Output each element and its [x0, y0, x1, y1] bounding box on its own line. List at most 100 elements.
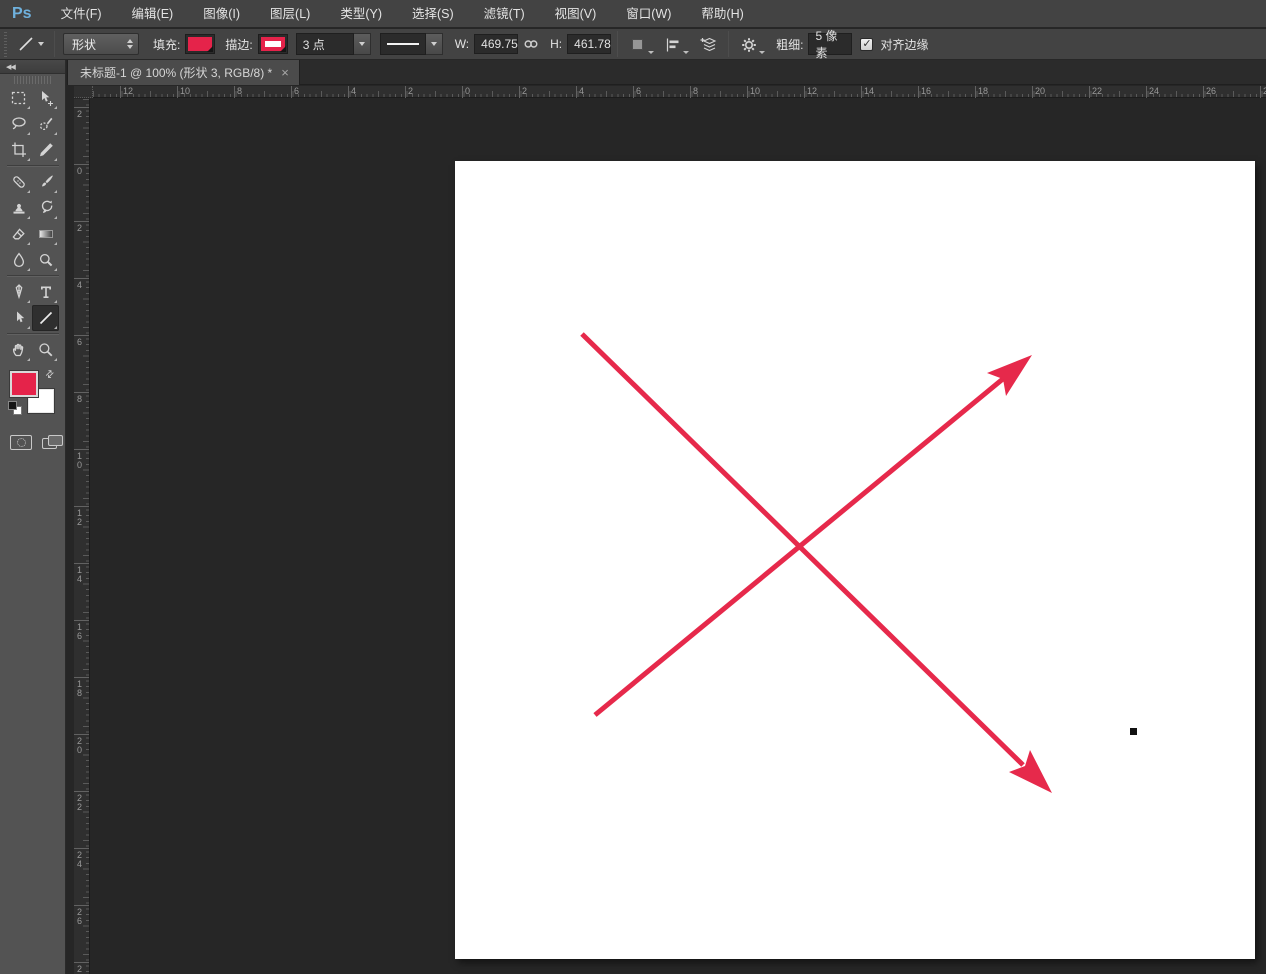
menu-item-type[interactable]: 类型(Y) [325, 0, 397, 28]
tool-eyedropper[interactable] [32, 137, 59, 163]
tool-eraser[interactable] [5, 221, 32, 247]
shape-height-input[interactable]: 461.78 [567, 34, 612, 54]
ruler-h-label: 8 [689, 86, 699, 98]
tool-move[interactable] [32, 85, 59, 111]
ruler-v-label: 6 [74, 335, 89, 347]
pasteboard[interactable] [67, 85, 1266, 974]
dodge-icon [39, 253, 52, 267]
tool-spot-healing-brush[interactable] [5, 169, 32, 195]
quick-mask-button[interactable] [10, 435, 32, 450]
ruler-ticks [93, 91, 1266, 97]
flyout-corner-icon [27, 158, 30, 161]
toolbar-grip[interactable] [14, 76, 51, 84]
stroke-width-input[interactable]: 3 点 [295, 33, 354, 55]
tool-brush[interactable] [32, 169, 59, 195]
options-bar-grip[interactable] [2, 31, 9, 57]
path-alignment-button[interactable] [664, 32, 690, 56]
dashed-circle-icon [16, 438, 26, 447]
tool-preset-picker[interactable] [13, 35, 48, 53]
document-tab[interactable]: 未标题-1 @ 100% (形状 3, RGB/8) * × [67, 60, 300, 85]
path-operations-button[interactable] [629, 32, 655, 56]
flyout-corner-icon [54, 268, 57, 271]
fill-label: 填充: [153, 37, 181, 52]
ruler-h-label: 0 [461, 86, 471, 98]
ruler-origin-box[interactable] [74, 86, 93, 98]
flyout-corner-icon [54, 190, 57, 193]
chevron-down-icon [648, 51, 655, 54]
fill-color-swatch[interactable] [185, 34, 216, 54]
tool-mode-select[interactable]: 形状 [63, 33, 139, 55]
flyout-corner-icon [54, 216, 57, 219]
stroke-style-dropdown-button[interactable] [425, 33, 443, 55]
ruler-horizontal[interactable]: 121086420246810121416182022242628 [74, 86, 1266, 98]
quick-selection-icon [39, 117, 52, 131]
shape-width-input[interactable]: 469.75 [474, 34, 519, 54]
menu-item-window[interactable]: 窗口(W) [611, 0, 686, 28]
foreground-color-swatch[interactable] [10, 371, 38, 397]
tool-lasso[interactable] [5, 111, 32, 137]
chevron-down-icon [38, 42, 44, 46]
separator [728, 31, 730, 57]
path-operations-icon [632, 39, 644, 50]
menu-item-layer[interactable]: 图层(L) [255, 0, 325, 28]
tool-line[interactable] [32, 305, 59, 331]
tool-quick-selection[interactable] [32, 111, 59, 137]
geometry-options-button[interactable] [740, 32, 766, 56]
link-dimensions-icon[interactable] [522, 35, 540, 53]
swap-colors-icon[interactable]: ⇄ [43, 368, 57, 382]
align-edges-checkbox[interactable] [860, 37, 874, 51]
solid-line-icon [386, 43, 419, 45]
brush-icon [41, 175, 53, 187]
flyout-corner-icon [27, 358, 30, 361]
toolbar-panel: ◀◀ ⇄ [0, 60, 66, 974]
chevron-down-icon [279, 46, 286, 52]
tool-rectangular-marquee[interactable] [5, 85, 32, 111]
menu-item-select[interactable]: 选择(S) [397, 0, 469, 28]
ruler-h-label: 24 [1145, 86, 1160, 98]
ruler-v-label: 12 [74, 506, 89, 526]
ruler-h-label: 26 [1202, 86, 1217, 98]
tool-dodge[interactable] [32, 247, 59, 273]
stroke-style-preview[interactable] [379, 33, 426, 55]
ruler-v-label: 0 [74, 164, 89, 176]
menu-item-help[interactable]: 帮助(H) [686, 0, 758, 28]
close-icon[interactable]: × [281, 66, 289, 79]
toolbar-collapse-button[interactable]: ◀◀ [0, 60, 65, 74]
tool-zoom[interactable] [32, 337, 59, 363]
tool-clone-stamp[interactable] [5, 195, 32, 221]
tool-type[interactable] [32, 279, 59, 305]
path-selection-icon [16, 311, 24, 323]
canvas[interactable] [455, 161, 1255, 959]
chevron-down-icon [759, 51, 766, 54]
align-icon [667, 38, 679, 52]
ruler-h-label: 6 [632, 86, 642, 98]
arrow-down-right-line [580, 332, 1025, 767]
menu-item-image[interactable]: 图像(I) [188, 0, 255, 28]
separator [617, 31, 619, 57]
ruler-v-label: 2 [74, 107, 89, 119]
ruler-vertical[interactable]: 20246810121416182022242628 [74, 99, 90, 974]
tool-gradient[interactable] [32, 221, 59, 247]
stroke-color-swatch[interactable] [257, 34, 288, 54]
line-weight-input[interactable]: 5 像素 [808, 29, 853, 60]
ruler-v-label: 26 [74, 905, 89, 925]
menu-item-view[interactable]: 视图(V) [540, 0, 612, 28]
tool-pen[interactable] [5, 279, 32, 305]
tool-history-brush[interactable] [32, 195, 59, 221]
arrange-layers-icon [700, 37, 717, 52]
tool-crop[interactable] [5, 137, 32, 163]
tool-hand[interactable] [5, 337, 32, 363]
tool-path-selection[interactable] [5, 305, 32, 331]
default-colors-icon[interactable] [8, 401, 22, 415]
rectangular-marquee-icon [11, 91, 25, 105]
separator [54, 31, 55, 57]
ruler-v-label: 28 [74, 962, 89, 974]
menu-item-file[interactable]: 文件(F) [46, 0, 117, 28]
stroke-width-dropdown-button[interactable] [353, 33, 371, 55]
screen-mode-button[interactable] [42, 435, 64, 450]
menu-item-filter[interactable]: 滤镜(T) [469, 0, 540, 28]
path-arrangement-button[interactable] [699, 32, 717, 56]
menu-item-edit[interactable]: 编辑(E) [117, 0, 189, 28]
ruler-h-label: 2 [404, 86, 414, 98]
tool-blur[interactable] [5, 247, 32, 273]
